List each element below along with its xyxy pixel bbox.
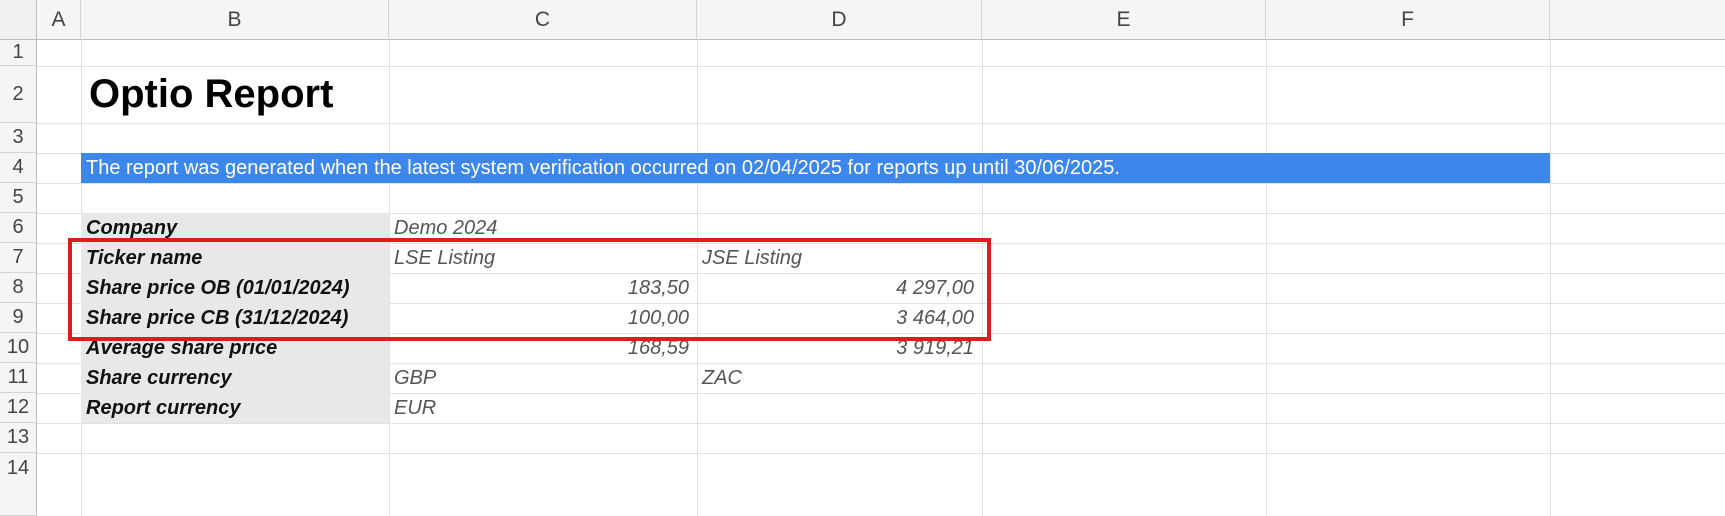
- column-header-c[interactable]: C: [389, 0, 697, 40]
- row-header-8[interactable]: 8: [0, 273, 37, 303]
- column-header-f[interactable]: F: [1266, 0, 1550, 40]
- column-header-d[interactable]: D: [697, 0, 982, 40]
- column-header-e[interactable]: E: [982, 0, 1266, 40]
- report-currency-label[interactable]: Report currency: [81, 393, 389, 423]
- report-banner[interactable]: The report was generated when the latest…: [81, 153, 1550, 183]
- row-header-7[interactable]: 7: [0, 243, 37, 273]
- row-header-14[interactable]: 14: [0, 453, 37, 516]
- row-header-10[interactable]: 10: [0, 333, 37, 363]
- spreadsheet: A B C D E F 1 2 3 4 5 6 7 8 9 10 11 12 1…: [0, 0, 1725, 516]
- share-price-ob-d-value[interactable]: 4 297,00: [697, 273, 982, 303]
- row-header-12[interactable]: 12: [0, 393, 37, 423]
- row-header-13[interactable]: 13: [0, 423, 37, 453]
- row-header-5[interactable]: 5: [0, 183, 37, 213]
- grid-line: [37, 123, 1725, 124]
- column-header-b[interactable]: B: [81, 0, 389, 40]
- grid-line: [1266, 40, 1267, 516]
- column-header-a[interactable]: A: [37, 0, 81, 40]
- grid-line: [982, 40, 983, 516]
- share-currency-d-value[interactable]: ZAC: [697, 363, 982, 393]
- grid-line: [37, 183, 1725, 184]
- share-currency-c-value[interactable]: GBP: [389, 363, 697, 393]
- ticker-c-value[interactable]: LSE Listing: [389, 243, 697, 273]
- report-currency-value[interactable]: EUR: [389, 393, 697, 423]
- column-header-g[interactable]: [1550, 0, 1725, 40]
- grid-line: [37, 423, 1725, 424]
- row-header-2[interactable]: 2: [0, 66, 37, 123]
- average-share-price-label[interactable]: Average share price: [81, 333, 389, 363]
- share-price-cb-label[interactable]: Share price CB (31/12/2024): [81, 303, 389, 333]
- share-price-cb-d-value[interactable]: 3 464,00: [697, 303, 982, 333]
- row-header-1[interactable]: 1: [0, 40, 37, 66]
- row-header-11[interactable]: 11: [0, 363, 37, 393]
- grid-line: [1550, 40, 1551, 516]
- company-label[interactable]: Company: [81, 213, 389, 243]
- average-share-price-d-value[interactable]: 3 919,21: [697, 333, 982, 363]
- grid-line: [37, 453, 1725, 454]
- select-all-corner[interactable]: [0, 0, 37, 40]
- average-share-price-c-value[interactable]: 168,59: [389, 333, 697, 363]
- report-title[interactable]: Optio Report: [81, 66, 681, 123]
- share-price-ob-label[interactable]: Share price OB (01/01/2024): [81, 273, 389, 303]
- row-header-3[interactable]: 3: [0, 123, 37, 153]
- share-price-ob-c-value[interactable]: 183,50: [389, 273, 697, 303]
- ticker-d-value[interactable]: JSE Listing: [697, 243, 982, 273]
- ticker-label[interactable]: Ticker name: [81, 243, 389, 273]
- row-header-4[interactable]: 4: [0, 153, 37, 183]
- company-value[interactable]: Demo 2024: [389, 213, 697, 243]
- row-header-6[interactable]: 6: [0, 213, 37, 243]
- share-currency-label[interactable]: Share currency: [81, 363, 389, 393]
- share-price-cb-c-value[interactable]: 100,00: [389, 303, 697, 333]
- row-header-9[interactable]: 9: [0, 303, 37, 333]
